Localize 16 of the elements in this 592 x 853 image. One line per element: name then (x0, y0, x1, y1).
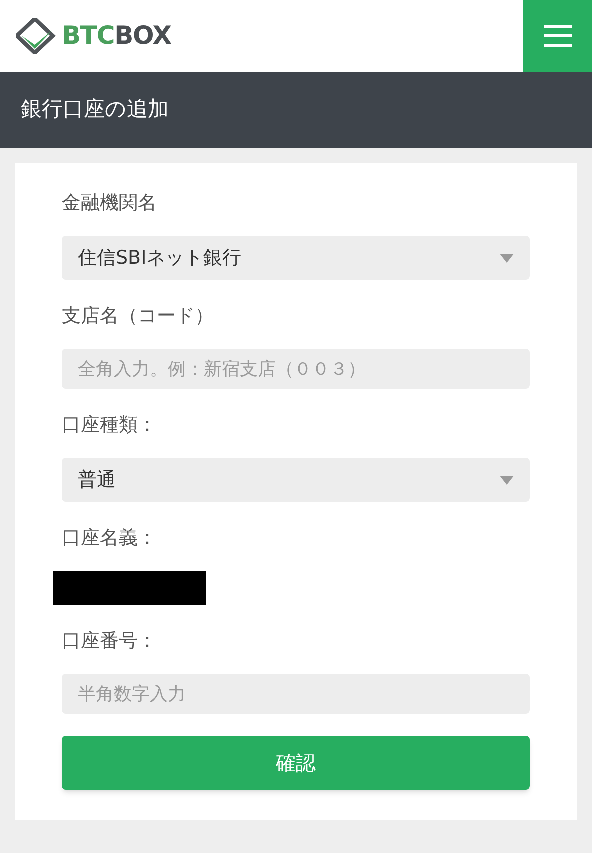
input-field[interactable]: 半角数字入力 (62, 674, 530, 714)
field-label: 支店名（コード） (62, 304, 215, 328)
field-label: 金融機関名 (62, 191, 158, 215)
caret-icon (500, 476, 514, 484)
menu-icon (544, 25, 572, 47)
field-label: 口座番号： (62, 629, 158, 653)
menu-button[interactable] (523, 0, 592, 72)
select-field[interactable]: 住信SBIネット銀行 (62, 236, 530, 280)
field-label: 口座種類： (62, 413, 158, 437)
page-title: 銀行口座の追加 (21, 96, 169, 124)
logo-text: BTCBOX (62, 20, 172, 52)
caret-icon (500, 254, 514, 262)
select-field[interactable]: 普通 (62, 458, 530, 502)
input-field[interactable]: 全角入力。例：新宿支店（００３） (62, 349, 530, 389)
logo-icon (16, 18, 56, 54)
field-label: 口座名義： (62, 526, 158, 550)
